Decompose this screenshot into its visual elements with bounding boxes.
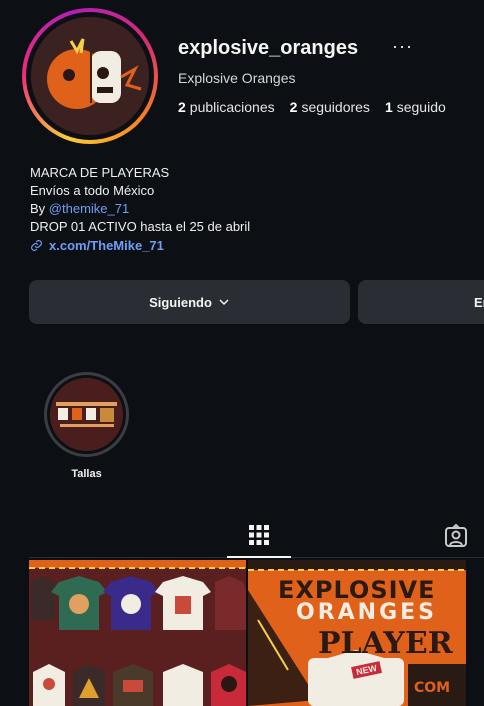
bio-line: DROP 01 ACTIVO hasta el 25 de abril: [30, 219, 251, 234]
bio-mention-link[interactable]: @themike_71: [49, 201, 129, 216]
tshirt-collage-image: [29, 560, 246, 706]
following-button[interactable]: Siguiendo: [29, 280, 350, 324]
poster-title-line2: ORANGES: [296, 600, 438, 625]
message-button-label: En: [474, 294, 484, 310]
tagged-user-icon: [445, 523, 467, 547]
story-highlight-tallas[interactable]: [44, 372, 129, 457]
bio-line: By @themike_71: [30, 201, 130, 216]
bio-line: Envíos a todo México: [30, 183, 155, 198]
highlight-cover: [50, 378, 123, 451]
message-button[interactable]: En: [358, 280, 484, 324]
tab-tagged[interactable]: [444, 523, 468, 553]
profile-avatar-ring[interactable]: [22, 8, 158, 144]
poster-bottom-text: COM: [414, 680, 451, 696]
bio-line: MARCA DE PLAYERAS: [30, 165, 170, 180]
avatar[interactable]: [31, 17, 149, 135]
size-chart-icon: [50, 378, 123, 451]
profile-full-name: Explosive Oranges: [178, 70, 296, 86]
followers-stat[interactable]: 2 seguidores: [290, 99, 370, 115]
grid-icon: [249, 525, 269, 545]
posts-stat: 2 publicaciones: [178, 99, 275, 115]
tab-posts[interactable]: [248, 524, 270, 551]
chevron-down-icon: [219, 299, 229, 306]
profile-username: explosive_oranges: [178, 37, 359, 59]
profile-bio: MARCA DE PLAYERAS Envíos a todo México B…: [30, 164, 250, 236]
brand-logo-icon: [31, 17, 149, 135]
active-tab-indicator: [227, 556, 291, 558]
profile-stats: 2 publicaciones 2 seguidores 1 seguido: [178, 99, 446, 115]
following-button-label: Siguiendo: [149, 294, 212, 310]
poster-title-line3: PLAYER: [318, 626, 453, 661]
bio-link-text[interactable]: x.com/TheMike_71: [49, 238, 164, 253]
highlight-label: Tallas: [71, 468, 102, 480]
post-thumbnail[interactable]: EXPLOSIVE ORANGES PLAYER NEW COM: [248, 560, 466, 706]
more-options-button[interactable]: ···: [392, 36, 413, 57]
bio-external-link[interactable]: x.com/TheMike_71: [30, 238, 164, 253]
post-thumbnail[interactable]: [29, 560, 246, 706]
link-icon: [31, 240, 42, 251]
following-stat[interactable]: 1 seguido: [385, 99, 446, 115]
